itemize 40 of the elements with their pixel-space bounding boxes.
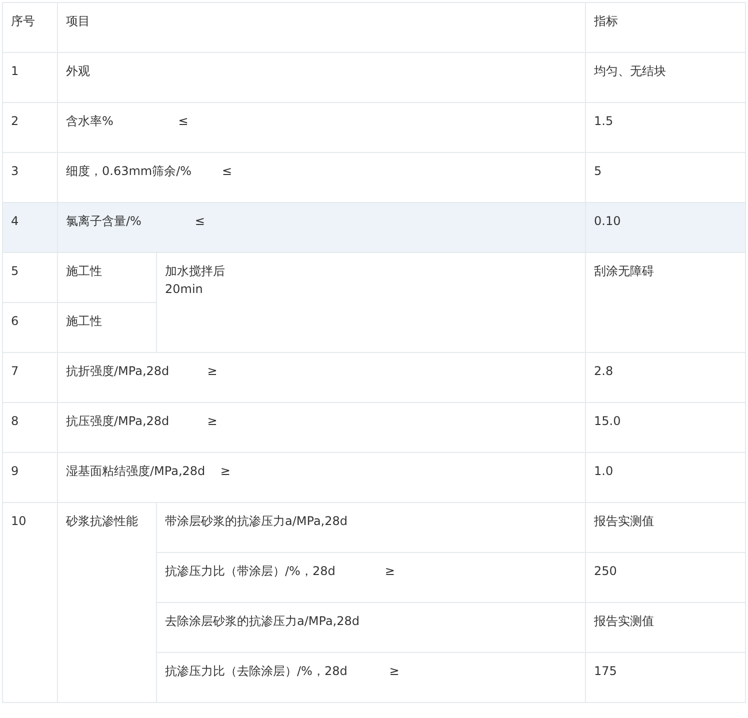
table-cell: 9 (2, 452, 58, 502)
table-cell: 砂浆抗渗性能 (58, 502, 156, 702)
table-cell: 细度，0.63mm筛余/% ≤ (58, 152, 586, 202)
table-cell: 1.0 (586, 452, 746, 502)
table-cell: 5 (586, 152, 746, 202)
column-header: 项目 (58, 2, 586, 52)
table-cell: 1 (2, 52, 58, 102)
table-cell: 外观 (58, 52, 586, 102)
table-cell: 抗渗压力比（带涂层）/%，28d ≥ (156, 552, 586, 602)
table-cell: 湿基面粘结强度/MPa,28d ≥ (58, 452, 586, 502)
table-cell: 8 (2, 402, 58, 452)
column-header: 序号 (2, 2, 58, 52)
table-cell: 抗渗压力比（去除涂层）/%，28d ≥ (156, 652, 586, 702)
table-cell: 10 (2, 502, 58, 702)
table-cell: 加水搅拌后 20min (156, 252, 586, 352)
table-cell: 施工性 (58, 302, 156, 352)
column-header: 指标 (586, 2, 746, 52)
table-cell: 报告实测值 (586, 602, 746, 652)
table-cell: 去除涂层砂浆的抗渗压力a/MPa,28d (156, 602, 586, 652)
table-cell: 抗折强度/MPa,28d ≥ (58, 352, 586, 402)
table-cell: 抗压强度/MPa,28d ≥ (58, 402, 586, 452)
table-cell: 2.8 (586, 352, 746, 402)
table-cell: 含水率% ≤ (58, 102, 586, 152)
table-cell: 氯离子含量/% ≤ (58, 202, 586, 252)
table-cell: 施工性 (58, 252, 156, 302)
table-cell: 250 (586, 552, 746, 602)
table-cell: 带涂层砂浆的抗渗压力a/MPa,28d (156, 502, 586, 552)
table-cell: 6 (2, 302, 58, 352)
table-cell: 4 (2, 202, 58, 252)
table-cell: 1.5 (586, 102, 746, 152)
table-cell: 3 (2, 152, 58, 202)
table-cell: 2 (2, 102, 58, 152)
table-cell: 0.10 (586, 202, 746, 252)
table-cell: 报告实测值 (586, 502, 746, 552)
table-cell: 5 (2, 252, 58, 302)
table-cell: 15.0 (586, 402, 746, 452)
table-cell: 175 (586, 652, 746, 702)
table-cell: 7 (2, 352, 58, 402)
table-cell: 刮涂无障碍 (586, 252, 746, 352)
table-cell: 均匀、无结块 (586, 52, 746, 102)
